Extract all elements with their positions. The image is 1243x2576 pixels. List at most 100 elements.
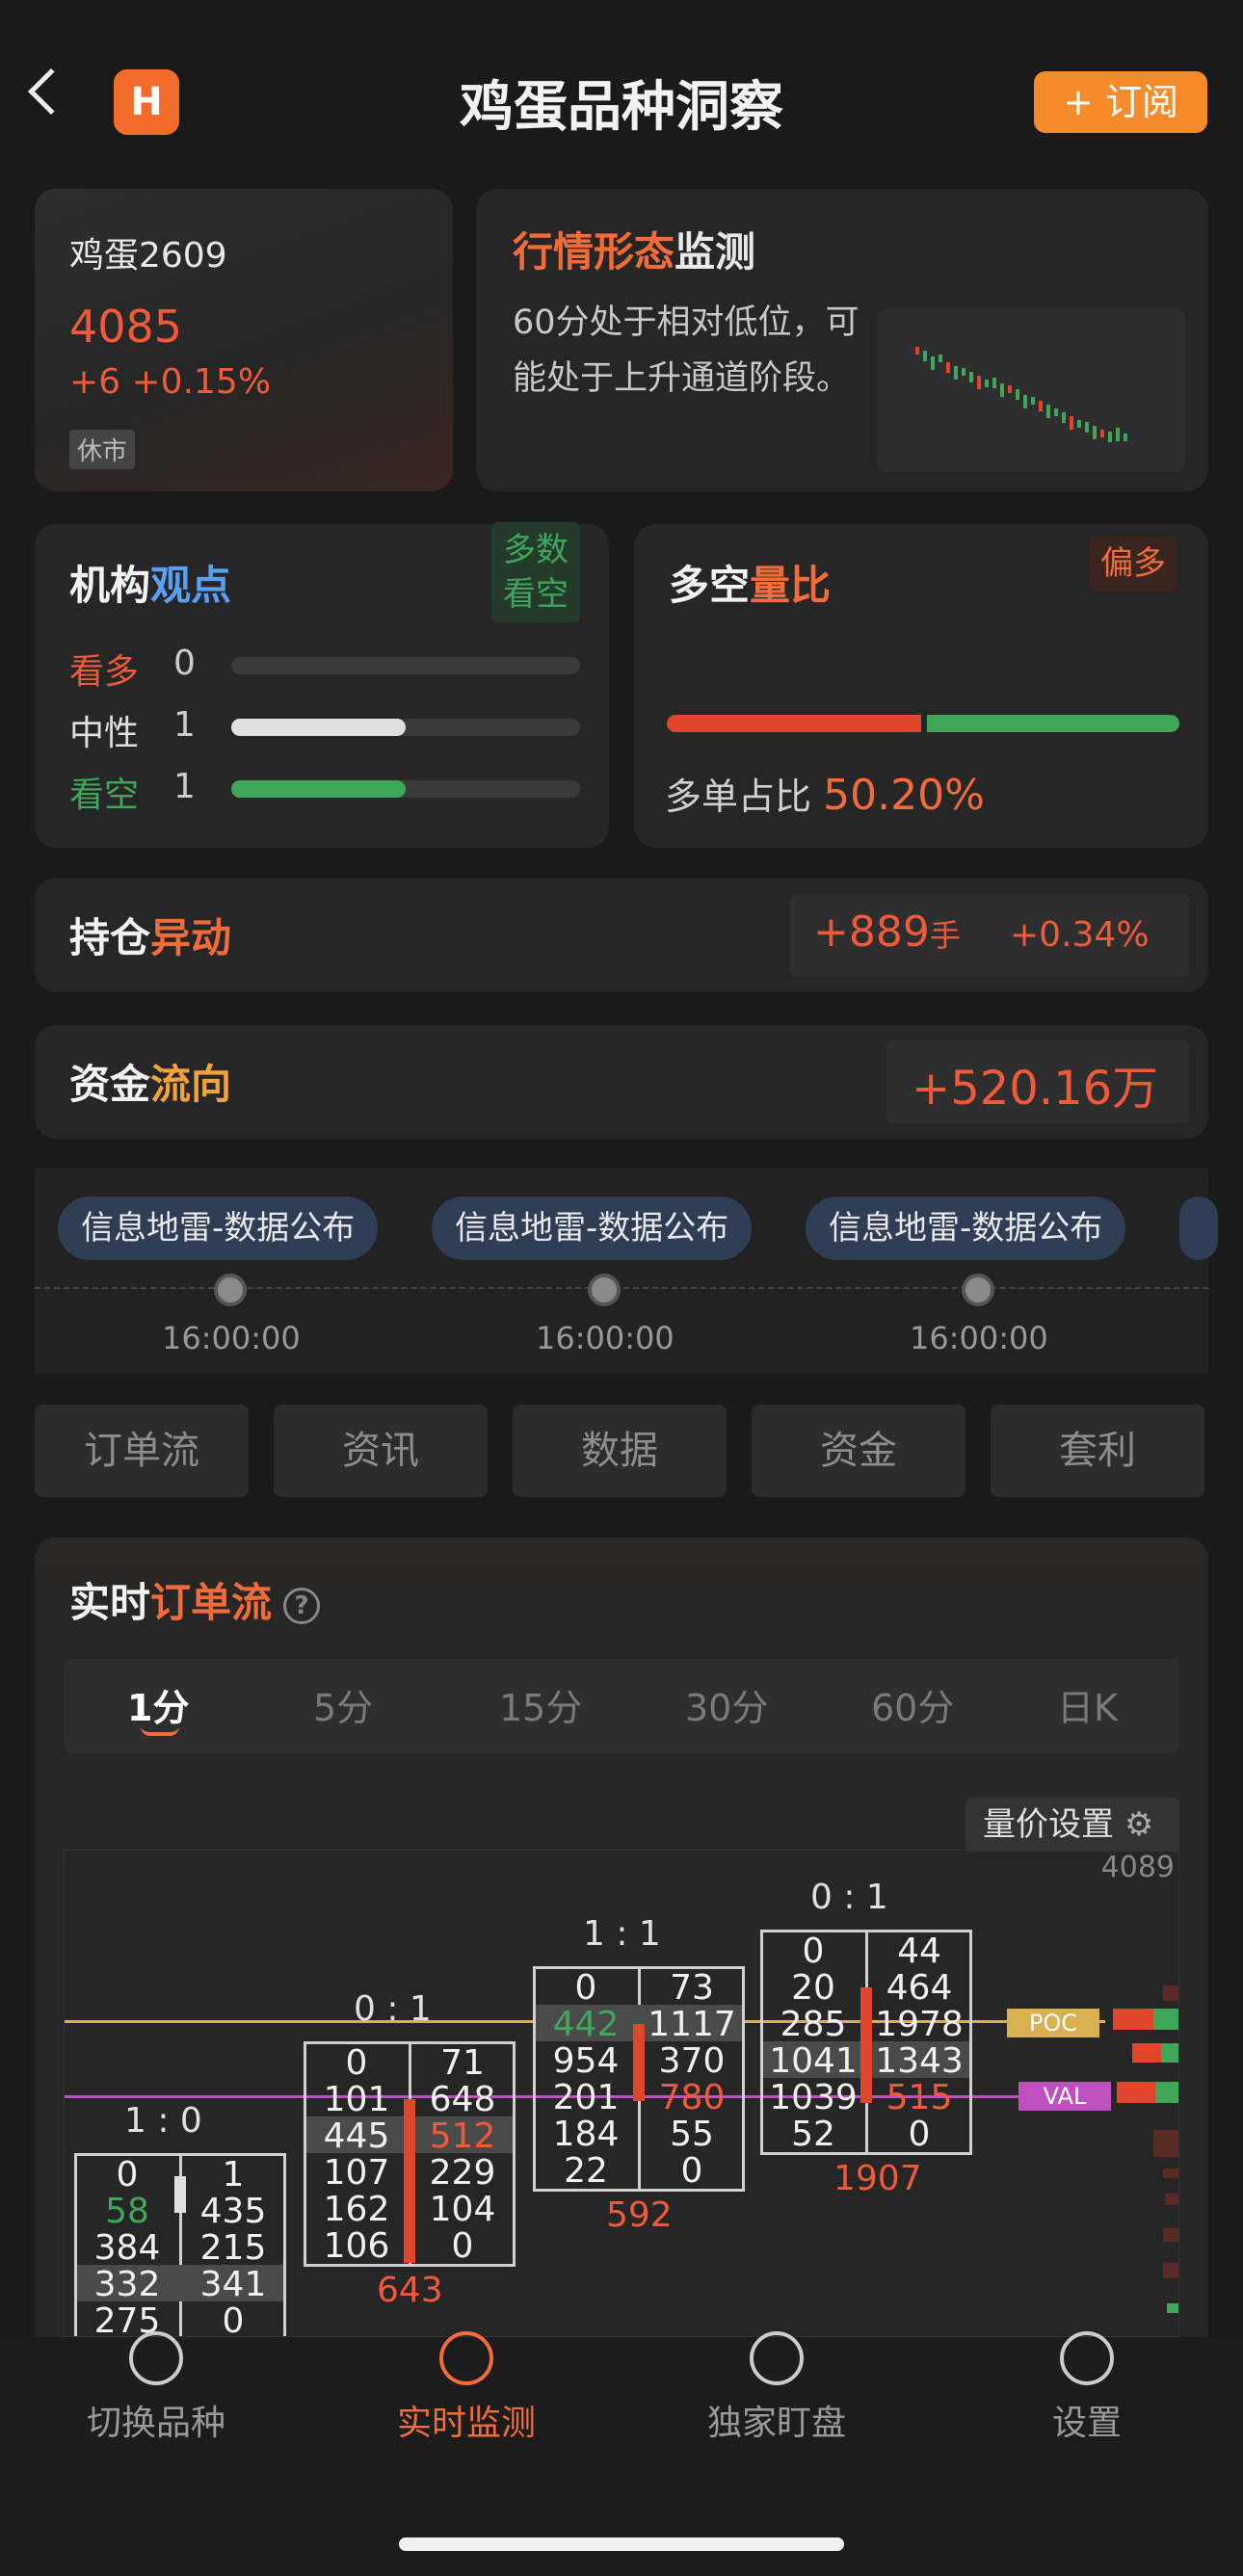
- tab-4[interactable]: 套利: [991, 1405, 1204, 1497]
- nav-item-settings[interactable]: 设置: [991, 2331, 1183, 2445]
- ask-volume: 0: [451, 2226, 474, 2266]
- orderflow-title: 实时订单流?: [69, 1570, 321, 1629]
- ask-volume: 464: [886, 1968, 953, 2008]
- mini-candle: [969, 372, 973, 382]
- bid-volume: 285: [780, 2005, 847, 2044]
- nav-label: 实时监测: [396, 2404, 536, 2443]
- volume-profile-bar: [1113, 2009, 1153, 2030]
- bid-volume: 1041: [769, 2041, 858, 2081]
- event-chip-partial[interactable]: [1179, 1196, 1218, 1260]
- last-price: 4085: [69, 301, 183, 353]
- opinion-bar: [231, 780, 580, 798]
- fund-value: +520.16万: [912, 1062, 1159, 1116]
- mini-candle: [985, 380, 989, 387]
- footprint-chart[interactable]: 4089 POC VAL 1 : 0 0 1 58 435 384 215 332 341 275…: [64, 1850, 1179, 2337]
- bid-volume: 1039: [769, 2078, 858, 2117]
- opinion-count: 1: [173, 767, 196, 806]
- help-icon[interactable]: ?: [283, 1587, 321, 1624]
- gear-icon: ⚙: [1124, 1805, 1154, 1844]
- tab-0[interactable]: 订单流: [35, 1405, 249, 1497]
- bid-volume: 106: [323, 2226, 390, 2266]
- mini-candle: [946, 362, 950, 373]
- ask-volume: 0: [908, 2115, 931, 2154]
- period-tab[interactable]: 30分: [685, 1678, 768, 1731]
- event-time: 16:00:00: [162, 1320, 301, 1356]
- switch-icon: [129, 2331, 183, 2385]
- ratio-bar-short: [926, 715, 1179, 732]
- event-chip[interactable]: 信息地雷-数据公布: [58, 1196, 379, 1260]
- opinion-label: 看空: [69, 775, 140, 815]
- bid-volume: 0: [345, 2043, 368, 2083]
- bid-volume: 201: [552, 2078, 620, 2117]
- nav-label: 设置: [1051, 2404, 1122, 2443]
- volume-profile-bar: [1163, 2263, 1178, 2278]
- fund-title: 资金流向: [69, 1061, 232, 1108]
- opinion-bar-fill: [231, 780, 406, 798]
- bid-volume: 445: [323, 2116, 390, 2156]
- candle-body: [404, 2099, 415, 2263]
- candle-total: 592: [606, 2195, 673, 2235]
- long-ratio-text: 多单占比 50.20%: [665, 771, 985, 820]
- event-chip[interactable]: 信息地雷-数据公布: [432, 1196, 753, 1260]
- mini-candle: [1100, 430, 1104, 437]
- volume-price-settings-button[interactable]: 量价设置 ⚙: [965, 1798, 1179, 1852]
- subscribe-button[interactable]: + 订阅: [1034, 71, 1207, 133]
- nav-item-target[interactable]: 实时监测: [370, 2331, 563, 2445]
- ask-volume: 1117: [648, 2005, 736, 2044]
- timeline-dot: [214, 1274, 247, 1306]
- ask-volume: 1: [222, 2155, 245, 2195]
- candle-body: [860, 1987, 872, 2103]
- nav-label: 独家盯盘: [706, 2404, 846, 2443]
- ask-volume: 515: [886, 2078, 953, 2117]
- mini-candle: [1108, 432, 1112, 442]
- nav-label: 切换品种: [86, 2404, 225, 2443]
- volume-profile-bar: [1153, 2009, 1178, 2030]
- watch-icon: [750, 2331, 804, 2385]
- period-tab[interactable]: 60分: [871, 1678, 954, 1731]
- nav-item-watch[interactable]: 独家盯盘: [680, 2331, 873, 2445]
- timeline-line: [35, 1287, 1208, 1289]
- monitor-title: 行情形态监测: [513, 228, 756, 276]
- volume-profile-bar: [1163, 2228, 1178, 2242]
- period-tab[interactable]: 5分: [313, 1678, 373, 1731]
- bid-volume: 184: [552, 2115, 620, 2154]
- mini-candle: [1008, 385, 1012, 393]
- ask-volume: 44: [897, 1932, 941, 1971]
- mini-candle: [1062, 412, 1066, 423]
- event-chip[interactable]: 信息地雷-数据公布: [806, 1196, 1126, 1260]
- mini-candle-chart: [877, 308, 1185, 472]
- opinion-label: 中性: [69, 714, 140, 753]
- bid-volume: 52: [791, 2115, 835, 2154]
- ask-volume: 648: [429, 2080, 496, 2119]
- mini-candle: [1031, 397, 1035, 405]
- ask-volume: 512: [429, 2116, 496, 2156]
- ask-volume: 435: [199, 2192, 267, 2231]
- nav-item-switch[interactable]: 切换品种: [60, 2331, 252, 2445]
- position-pct: +0.34%: [1010, 915, 1150, 955]
- mini-candle: [954, 366, 958, 380]
- tab-2[interactable]: 数据: [513, 1405, 727, 1497]
- volume-profile-bar: [1132, 2043, 1161, 2063]
- mini-candle: [915, 347, 919, 355]
- mini-candle: [1046, 405, 1050, 418]
- opinion-count: 1: [173, 705, 196, 745]
- ask-volume: 215: [199, 2228, 267, 2268]
- mini-candle: [1023, 395, 1027, 408]
- tab-3[interactable]: 资金: [752, 1405, 965, 1497]
- bid-volume: 384: [93, 2228, 161, 2268]
- ask-volume: 104: [429, 2190, 496, 2229]
- timeline-dot: [962, 1274, 994, 1306]
- home-indicator: [399, 2537, 844, 2551]
- period-tab[interactable]: 1分: [127, 1678, 189, 1731]
- mini-candle: [1116, 428, 1120, 441]
- mini-candle: [1085, 422, 1089, 433]
- ask-volume: 229: [429, 2153, 496, 2193]
- mini-candle: [962, 368, 965, 376]
- settings-icon: [1060, 2331, 1114, 2385]
- tab-1[interactable]: 资讯: [274, 1405, 488, 1497]
- period-tab[interactable]: 15分: [499, 1678, 582, 1731]
- ask-volume: 1978: [875, 2005, 964, 2044]
- ratio-bar: [667, 715, 1179, 732]
- period-tab[interactable]: 日K: [1057, 1678, 1118, 1731]
- mini-candle: [1077, 420, 1081, 428]
